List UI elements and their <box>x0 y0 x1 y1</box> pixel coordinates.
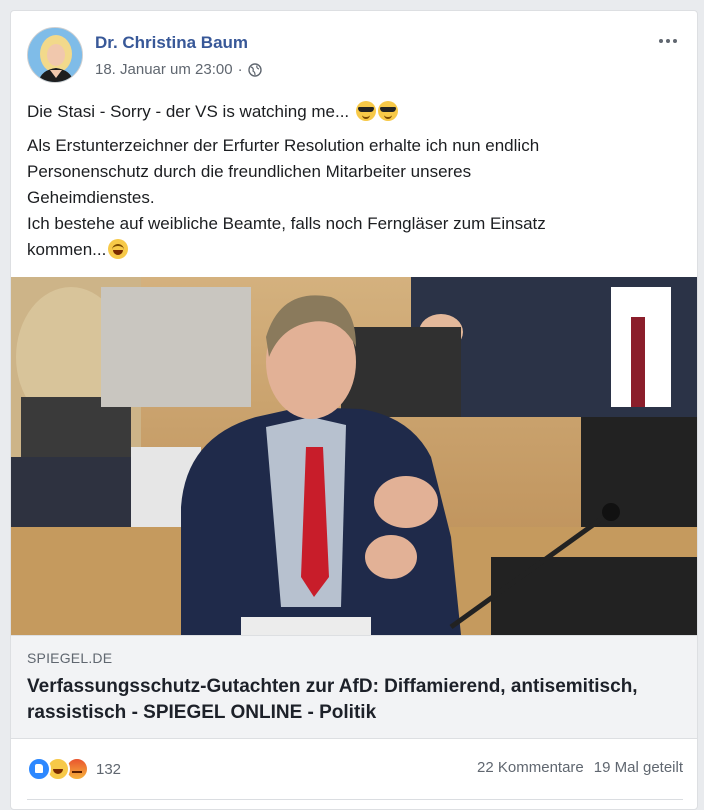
more-options-icon[interactable] <box>653 31 683 51</box>
author-avatar[interactable] <box>27 27 83 83</box>
post-header: Dr. Christina Baum 18. Januar um 23:00 · <box>27 27 683 83</box>
meta-separator: · <box>237 61 243 78</box>
comments-count-link[interactable]: 22 Kommentare <box>477 759 584 776</box>
reactions-summary[interactable]: 132 <box>27 757 121 781</box>
engagement-stats: 22 Kommentare 19 Mal geteilt <box>477 759 683 776</box>
shares-count-link[interactable]: 19 Mal geteilt <box>594 759 683 776</box>
facebook-post-card: Dr. Christina Baum 18. Januar um 23:00 ·… <box>10 10 698 810</box>
link-preview-box[interactable]: SPIEGEL.DE Verfassungsschutz-Gutachten z… <box>11 635 697 739</box>
post-meta: 18. Januar um 23:00 · <box>95 61 262 78</box>
post-paragraph-line: Geheimdienstes. <box>27 188 155 207</box>
post-paragraph-line-last: kommen... <box>27 237 667 263</box>
link-preview-image[interactable] <box>11 277 697 635</box>
link-headline[interactable]: Verfassungsschutz-Gutachten zur AfD: Dif… <box>27 674 667 726</box>
author-name-link[interactable]: Dr. Christina Baum <box>95 33 248 53</box>
post-timestamp[interactable]: 18. Januar um 23:00 <box>95 61 233 78</box>
post-paragraph-line: Personenschutz durch die freundlichen Mi… <box>27 162 472 181</box>
sunglasses-emoji-icon <box>355 101 376 121</box>
globe-icon <box>247 62 262 77</box>
laughing-emoji-icon <box>108 239 129 259</box>
post-footer-stats: 132 22 Kommentare 19 Mal geteilt <box>27 757 683 781</box>
post-paragraph-line: Ich bestehe auf weibliche Beamte, falls … <box>27 214 546 233</box>
reaction-count: 132 <box>96 760 122 778</box>
link-domain: SPIEGEL.DE <box>27 650 113 666</box>
post-text-line1: Die Stasi - Sorry - der VS is watching m… <box>27 99 667 125</box>
post-paragraph-line: Als Erstunterzeichner der Erfurter Resol… <box>27 136 540 155</box>
post-text: Die Stasi - Sorry - der VS is watching m… <box>27 99 667 263</box>
sunglasses-emoji-icon <box>377 101 398 121</box>
like-icon <box>27 757 51 781</box>
